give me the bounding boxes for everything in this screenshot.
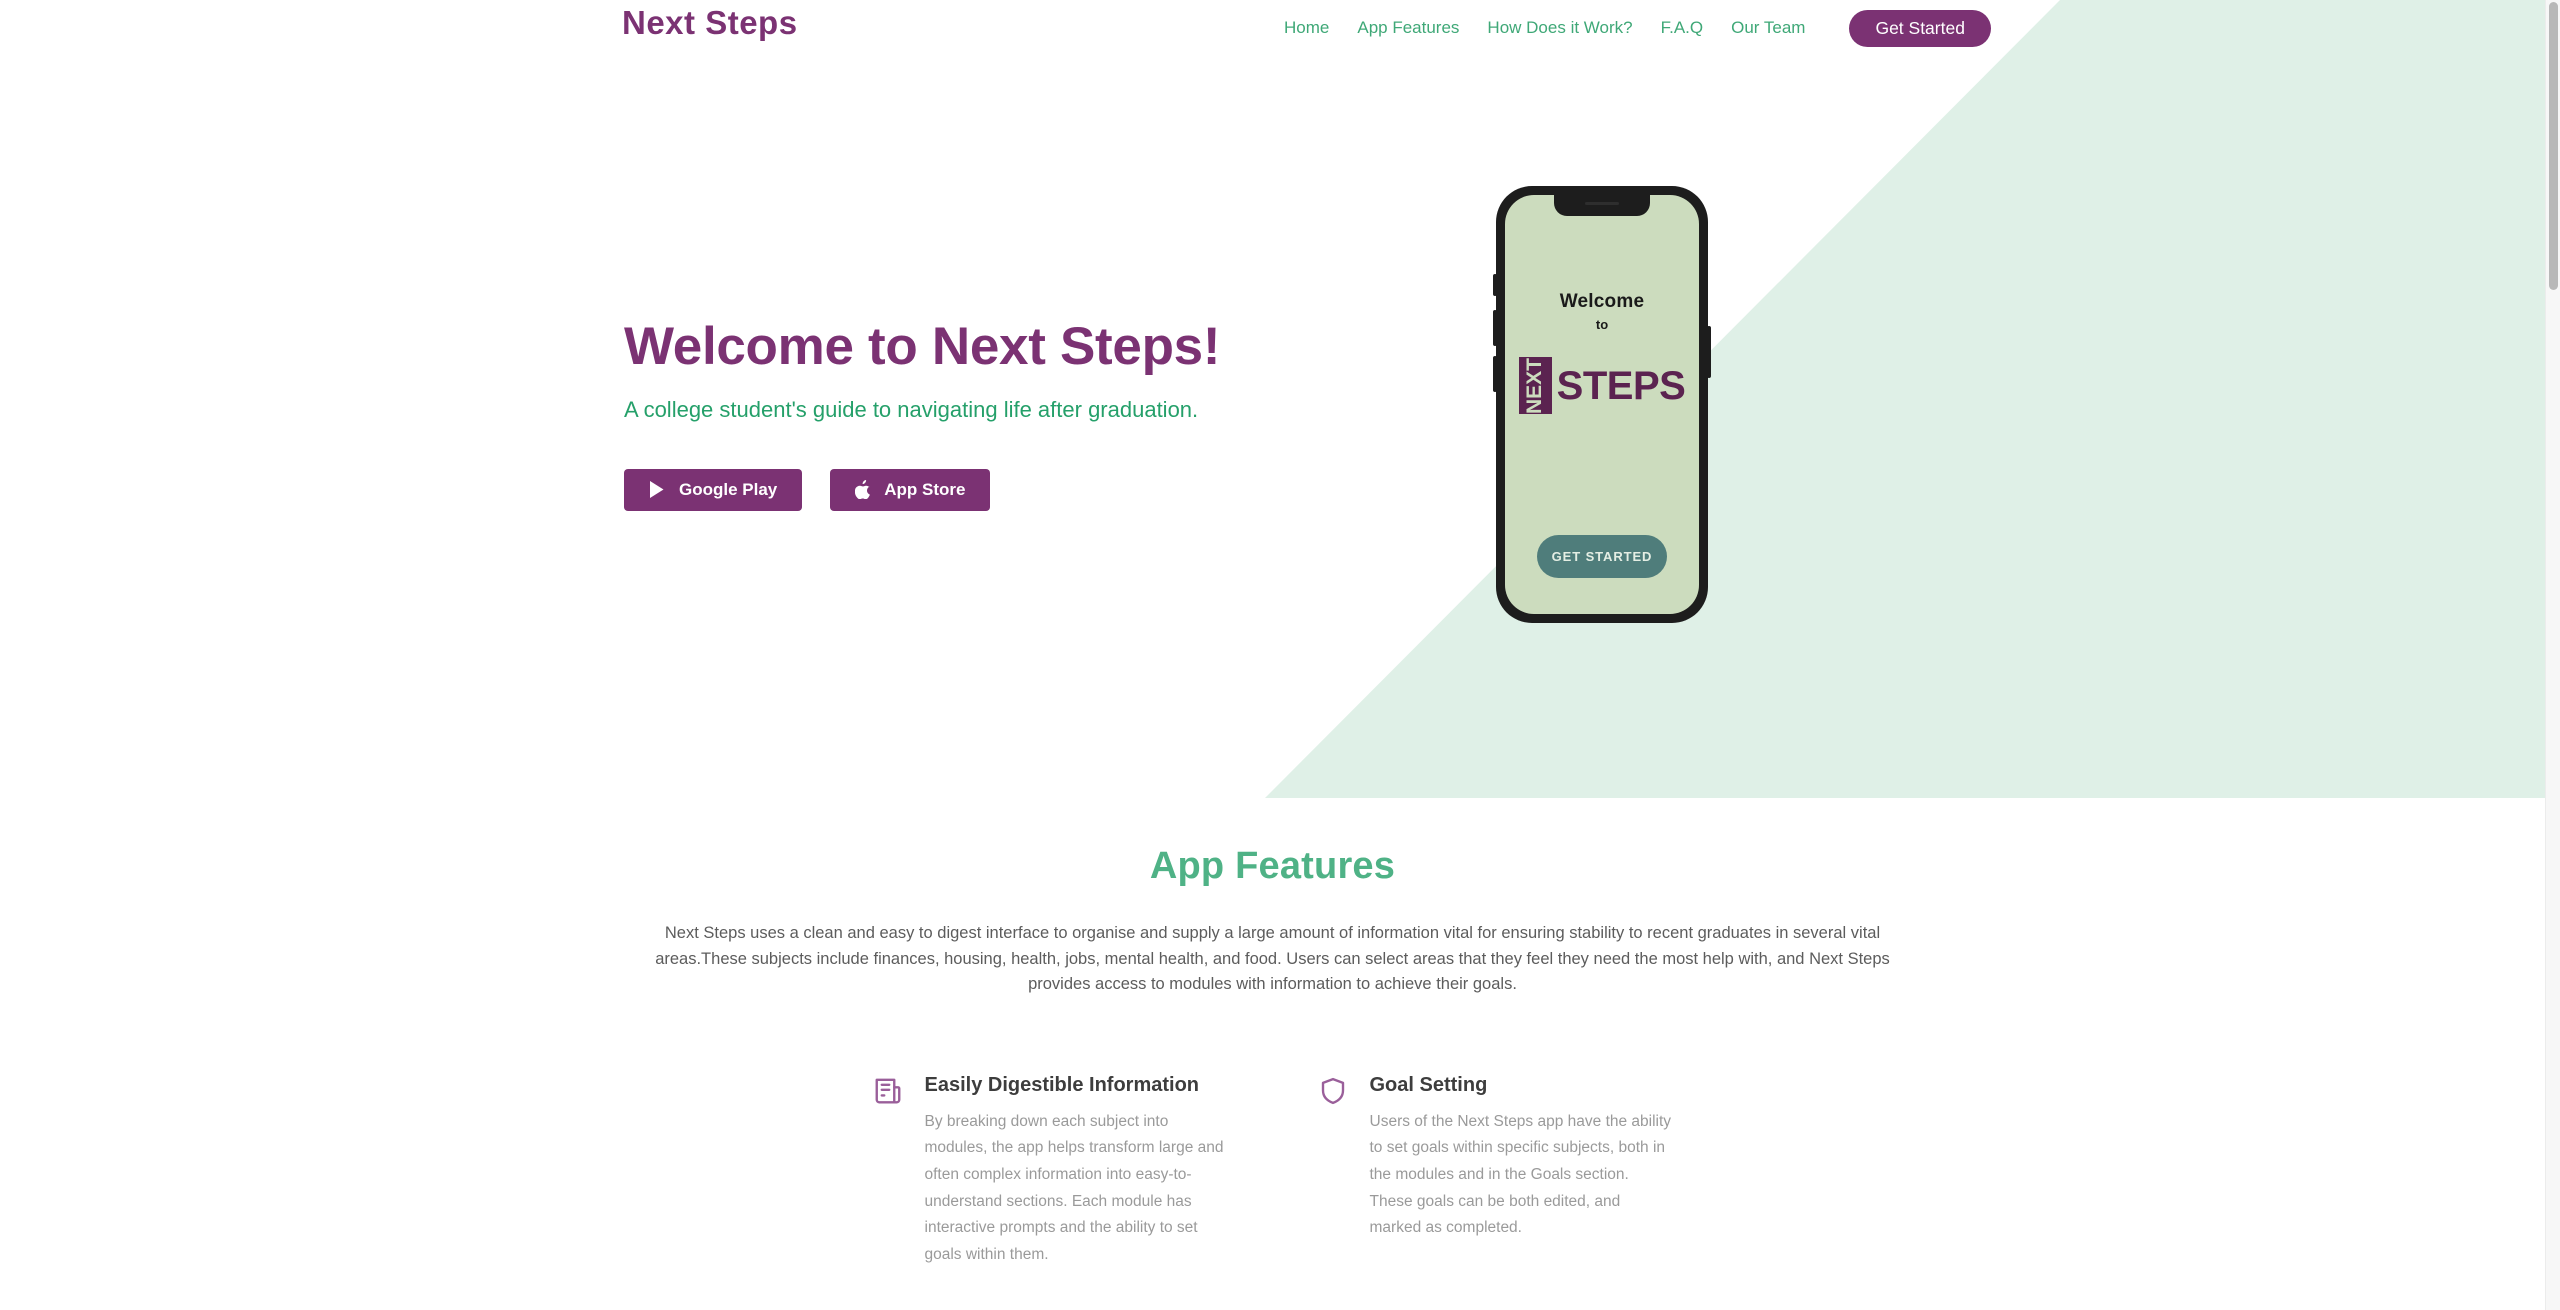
shield-icon [1318, 1074, 1348, 1269]
nav-item-how-does-it-work[interactable]: How Does it Work? [1473, 12, 1646, 44]
phone-to-text: to [1595, 317, 1609, 332]
features-intro-paragraph: Next Steps uses a clean and easy to dige… [655, 924, 1890, 994]
feature-card-text: Easily Digestible Information By breakin… [925, 1074, 1228, 1269]
hero-decorative-shape [0, 0, 2545, 798]
logo-steps-label: STEPS [1556, 363, 1686, 408]
phone-welcome-text: Welcome [1559, 291, 1645, 312]
app-features-section: App Features Next Steps uses a clean and… [0, 845, 2545, 1269]
feature-card-list: Easily Digestible Information By breakin… [483, 1074, 2063, 1269]
phone-mute-switch [1493, 274, 1497, 296]
app-store-label: App Store [884, 479, 966, 499]
hero-subtitle: A college student's guide to navigating … [624, 396, 1199, 422]
brand-logo[interactable]: Next Steps [622, 4, 798, 42]
feature-card-title: Easily Digestible Information [924, 1073, 1200, 1096]
phone-notch [1554, 195, 1650, 216]
app-store-button[interactable]: App Store [830, 468, 991, 511]
primary-nav: Home App Features How Does it Work? F.A.… [1270, 9, 1991, 47]
page-root: Next Steps Home App Features How Does it… [0, 0, 2560, 1310]
newspaper-icon [873, 1074, 903, 1269]
phone-app-logo: NEXT STEPS [1505, 357, 1699, 414]
feature-card-body: By breaking down each subject into modul… [924, 1112, 1224, 1263]
google-play-button[interactable]: Google Play [624, 468, 803, 511]
store-buttons: Google Play App Store [624, 468, 1220, 511]
nav-item-faq[interactable]: F.A.Q [1647, 12, 1718, 44]
nav-item-app-features[interactable]: App Features [1343, 12, 1473, 44]
page-scrollbar[interactable] [2545, 0, 2560, 1310]
logo-next-label: NEXT [1523, 357, 1547, 414]
nav-item-our-team[interactable]: Our Team [1717, 12, 1819, 44]
feature-card: Goal Setting Users of the Next Steps app… [1318, 1074, 1673, 1269]
navbar: Next Steps Home App Features How Does it… [0, 0, 2545, 55]
features-title: App Features [1149, 845, 1396, 887]
feature-card-title: Goal Setting [1369, 1073, 1488, 1096]
nav-item-home[interactable]: Home [1270, 12, 1343, 44]
phone-get-started-button[interactable]: GET STARTED [1537, 535, 1667, 578]
phone-mockup: Welcome to NEXT STEPS GET STARTED [1493, 186, 1711, 623]
phone-volume-up-button [1493, 310, 1497, 346]
apple-icon [855, 480, 871, 500]
phone-screen: Welcome to NEXT STEPS GET STARTED [1505, 195, 1699, 614]
google-play-label: Google Play [679, 479, 778, 499]
google-play-icon [649, 480, 666, 499]
phone-power-button [1707, 326, 1711, 378]
hero-title: Welcome to Next Steps! [624, 317, 1221, 376]
feature-card-body: Users of the Next Steps app have the abi… [1369, 1112, 1672, 1237]
hero-section: Welcome to Next Steps! A college student… [624, 315, 1220, 511]
scrollbar-thumb[interactable] [2549, 2, 2558, 290]
feature-card: Easily Digestible Information By breakin… [873, 1074, 1228, 1269]
feature-card-text: Goal Setting Users of the Next Steps app… [1370, 1074, 1673, 1269]
logo-next-badge: NEXT [1518, 357, 1552, 414]
phone-volume-down-button [1493, 356, 1497, 392]
get-started-button[interactable]: Get Started [1849, 9, 1991, 47]
